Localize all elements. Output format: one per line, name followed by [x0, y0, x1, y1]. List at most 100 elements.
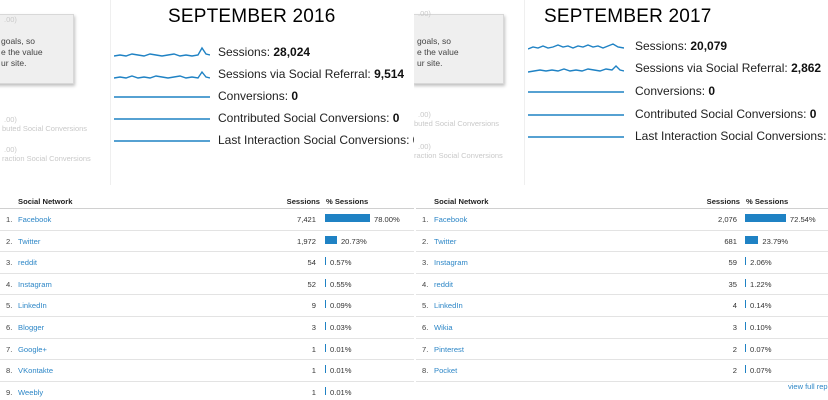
sessions-share-bar: [745, 235, 759, 244]
row-rank: 5.: [6, 301, 13, 311]
sessions-value: 59: [728, 258, 737, 268]
network-link[interactable]: Pinterest: [434, 345, 464, 354]
table-row: 3. reddit 54 0.57%: [0, 252, 414, 274]
row-rank: 1.: [422, 215, 429, 224]
table-row: 2. Twitter 681 23.79%: [416, 231, 828, 253]
table-row: 6. Wikia 3 0.10%: [416, 317, 828, 339]
metric-value: 0: [392, 111, 400, 125]
network-link[interactable]: VKontakte: [18, 366, 53, 375]
sessions-share-bar: [745, 214, 786, 222]
row-rank: 5.: [422, 301, 429, 311]
network-link[interactable]: Wikia: [434, 323, 453, 332]
network-link[interactable]: Blogger: [18, 323, 44, 332]
faint-label: raction Social Conversions: [414, 151, 503, 160]
pct-sessions-value: 0.10%: [750, 322, 772, 332]
sessions-share-bar: [745, 343, 746, 352]
panel-title: SEPTEMBER 2017: [544, 6, 712, 27]
pct-sessions-value: 0.01%: [330, 344, 352, 354]
faint-value: .00): [4, 145, 17, 154]
network-link[interactable]: Twitter: [18, 237, 40, 246]
social-network-table: Social Network Sessions % Sessions 1. Fac…: [416, 194, 828, 382]
network-link[interactable]: LinkedIn: [434, 301, 463, 310]
sessions-value: 1: [311, 387, 316, 397]
metric-value: 20,079: [690, 39, 728, 53]
table-row: 2. Twitter 1,972 20.73%: [0, 231, 414, 253]
network-link[interactable]: Google+: [18, 345, 47, 354]
column-header-sessions[interactable]: Sessions: [287, 197, 320, 206]
pct-sessions-value: 0.57%: [330, 258, 352, 268]
metric-value: 28,024: [273, 45, 311, 59]
sparkline-icon: [528, 114, 624, 116]
row-rank: 3.: [422, 258, 429, 268]
network-link[interactable]: Instagram: [18, 280, 52, 289]
pct-sessions-value: 0.03%: [330, 322, 352, 332]
network-link[interactable]: reddit: [434, 280, 453, 289]
table-row: 8. Pocket 2 0.07%: [416, 360, 828, 382]
metric-value: 2,862: [791, 61, 822, 75]
faint-label: buted Social Conversions: [2, 124, 88, 133]
network-link[interactable]: reddit: [18, 258, 37, 267]
metric-label: Contributed Social Conversions:: [218, 111, 390, 125]
sessions-share-bar: [325, 300, 326, 309]
sparkline-icon: [528, 43, 624, 50]
metric-value: 0: [809, 107, 817, 121]
column-header-pct-sessions[interactable]: % Sessions: [746, 197, 788, 206]
sessions-value: 1: [311, 344, 316, 354]
view-full-report-link[interactable]: view full rep: [788, 382, 828, 391]
table-row: 8. VKontakte 1 0.01%: [0, 360, 414, 382]
pct-sessions-value: 72.54%: [789, 215, 816, 224]
faint-value: .00): [4, 115, 17, 124]
row-rank: 1.: [6, 215, 13, 224]
row-rank: 3.: [6, 258, 13, 268]
metric-label: Contributed Social Conversions:: [635, 107, 807, 121]
sparkline-icon: [114, 96, 210, 98]
network-link[interactable]: Facebook: [434, 215, 467, 224]
row-rank: 4.: [6, 279, 13, 289]
sessions-value: 2,076: [717, 215, 737, 224]
sessions-value: 681: [724, 236, 737, 246]
metric-label: Sessions:: [218, 45, 271, 59]
pct-sessions-value: 20.73%: [340, 236, 367, 246]
divider: [524, 0, 525, 185]
table-row: 5. LinkedIn 9 0.09%: [0, 295, 414, 317]
network-link[interactable]: Facebook: [18, 215, 51, 224]
sparkline-icon: [114, 118, 210, 120]
column-header-network[interactable]: Social Network: [18, 197, 72, 206]
row-rank: 7.: [6, 344, 13, 354]
row-rank: 6.: [6, 322, 13, 332]
table-row: 9. Weebly 1 0.01%: [0, 382, 414, 400]
faint-value: .00): [418, 110, 431, 119]
panel-september-2017: goals, so e the value ur site. .00) .00)…: [414, 0, 828, 400]
network-link[interactable]: LinkedIn: [18, 301, 47, 310]
sparkline-icon: [528, 65, 624, 73]
column-header-network[interactable]: Social Network: [434, 197, 488, 206]
faint-label: raction Social Conversions: [2, 154, 91, 163]
column-header-pct-sessions[interactable]: % Sessions: [326, 197, 368, 206]
network-link[interactable]: Weebly: [18, 388, 43, 397]
tooltip-line: ur site.: [417, 58, 443, 68]
panel-title: SEPTEMBER 2016: [168, 6, 336, 27]
pct-sessions-value: 0.09%: [330, 301, 352, 311]
table-row: 7. Pinterest 2 0.07%: [416, 339, 828, 361]
network-link[interactable]: Twitter: [434, 237, 456, 246]
column-header-sessions[interactable]: Sessions: [707, 197, 740, 206]
pct-sessions-value: 2.06%: [750, 258, 772, 268]
table-row: 1. Facebook 7,421 78.00%: [0, 209, 414, 231]
pct-sessions-value: 0.07%: [750, 344, 772, 354]
sessions-share-bar: [745, 365, 746, 374]
network-link[interactable]: Pocket: [434, 366, 457, 375]
metric-value: 9,514: [374, 67, 405, 81]
panel-september-2016: goals, so e the value ur site. .00) .00)…: [0, 0, 414, 400]
row-rank: 7.: [422, 344, 429, 354]
pct-sessions-value: 0.01%: [330, 366, 352, 376]
faint-value: .00): [418, 9, 431, 18]
sparkline-icon: [114, 46, 210, 57]
sessions-value: 7,421: [296, 215, 316, 224]
sessions-value: 9: [311, 301, 316, 311]
sessions-share-bar: [745, 278, 746, 287]
pct-sessions-value: 0.14%: [750, 301, 772, 311]
metric-label: Conversions:: [635, 84, 706, 98]
sparkline-icon: [528, 136, 624, 138]
network-link[interactable]: Instagram: [434, 258, 468, 267]
sessions-value: 1: [311, 366, 316, 376]
